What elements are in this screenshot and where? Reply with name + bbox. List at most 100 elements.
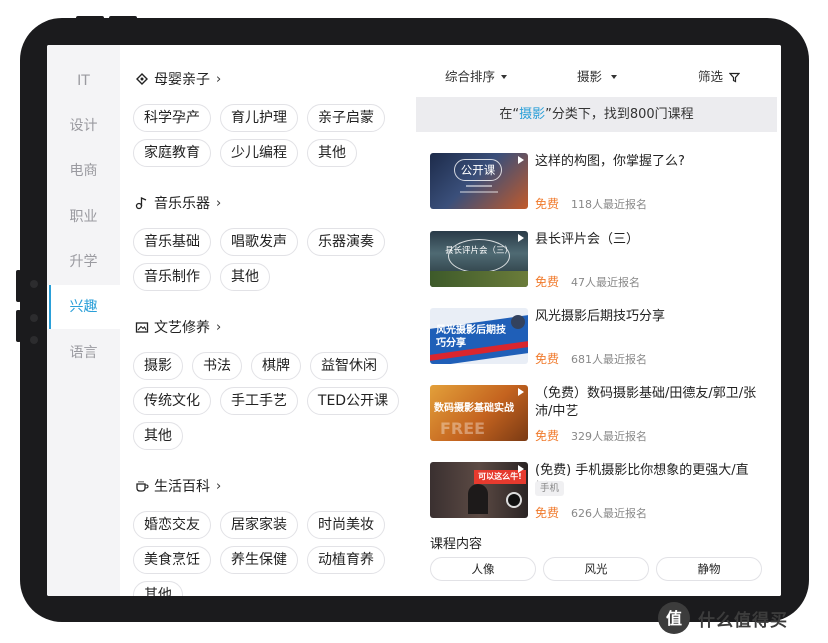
tag-chip[interactable]: 婚恋交友 (133, 511, 211, 539)
filter-bar: 综合排序 摄影 筛选 (416, 64, 781, 90)
content-pill-landscape[interactable]: 风光 (543, 557, 649, 581)
tag-chip[interactable]: 其他 (307, 139, 357, 167)
course-item[interactable]: 风光摄影后期技巧分享 风光摄影后期技巧分享 免费 681人最近报名 (430, 308, 770, 368)
tag-chip[interactable]: 音乐基础 (133, 228, 211, 256)
tag-chip[interactable]: 其他 (133, 422, 183, 450)
section-label: 音乐乐器 (154, 196, 210, 212)
result-keyword[interactable]: 摄影 (519, 107, 545, 122)
avatar (511, 315, 525, 329)
tag-chip[interactable]: 书法 (192, 352, 242, 380)
sort-dropdown[interactable]: 综合排序 (445, 64, 508, 90)
result-suffix: ”分类下，找到800门课程 (545, 107, 694, 122)
content-pill-portrait[interactable]: 人像 (430, 557, 536, 581)
price-label: 免费 (535, 275, 560, 289)
sensor-dot (30, 280, 38, 288)
tag-chip[interactable]: 家庭教育 (133, 139, 211, 167)
play-icon (518, 388, 524, 396)
tag-chip[interactable]: 其他 (133, 581, 183, 596)
tag-chip[interactable]: 养生保健 (220, 546, 298, 574)
section-title-life[interactable]: 生活百科 › (135, 475, 221, 497)
filter-button[interactable]: 筛选 (698, 64, 741, 90)
course-item[interactable]: 公开课 这样的构图，你掌握了么? 免费 118人最近报名 (430, 153, 770, 213)
sidebar-item-ecommerce[interactable]: 电商 (47, 149, 120, 193)
section-title-mother-baby[interactable]: 母婴亲子 › (135, 68, 221, 90)
sidebar-item-career[interactable]: 职业 (47, 195, 120, 239)
course-thumbnail: 数码摄影基础实战 FREE (430, 385, 528, 441)
course-list-panel: 综合排序 摄影 筛选 在“摄影”分类下，找到800门课程 公开课 这样的构图，你… (416, 45, 781, 596)
price-label: 免费 (535, 352, 560, 366)
tag-chip[interactable]: 科学孕产 (133, 104, 211, 132)
course-thumbnail: 可以这么牛! (430, 462, 528, 518)
course-content-heading: 课程内容 (430, 537, 483, 552)
logo-badge: 值 (666, 609, 682, 628)
section-title-arts[interactable]: 文艺修养 › (135, 316, 221, 338)
thumbnail-lens (506, 492, 522, 508)
thumbnail-caption: 公开课 (454, 159, 502, 181)
sidebar-item-design[interactable]: 设计 (47, 104, 120, 148)
tag-chip[interactable]: 居家家装 (220, 511, 298, 539)
chevron-right-icon: › (216, 478, 222, 494)
tag-chip[interactable]: 乐器演奏 (307, 228, 385, 256)
price-label: 免费 (535, 197, 560, 211)
section-title-music[interactable]: 音乐乐器 › (135, 192, 221, 214)
course-title: 县长评片会（三） (535, 232, 640, 247)
sensor-dot (30, 336, 38, 344)
price-label: 免费 (535, 506, 560, 520)
course-item[interactable]: 可以这么牛! (免费) 手机摄影比你想象的更强大/直播/... 手机 免费 62… (430, 462, 770, 522)
section-label: 文艺修养 (154, 320, 210, 336)
filter-label: 筛选 (698, 69, 724, 84)
caret-down-icon (501, 75, 508, 79)
content-pill-still-life[interactable]: 静物 (656, 557, 762, 581)
sidebar-item-further-study[interactable]: 升学 (47, 240, 120, 284)
tag-chip[interactable]: TED公开课 (307, 387, 399, 415)
tag-chip[interactable]: 唱歌发声 (220, 228, 298, 256)
section-label: 生活百科 (154, 479, 210, 495)
sidebar-item-language[interactable]: 语言 (47, 331, 120, 375)
category-label: 摄影 (577, 69, 603, 84)
chevron-right-icon: › (216, 319, 222, 335)
course-thumbnail: 县长评片会（三） (430, 231, 528, 287)
enrollment-count: 626人最近报名 (571, 507, 647, 520)
thumbnail-caption: 风光摄影后期技巧分享 (436, 325, 506, 349)
course-item[interactable]: 数码摄影基础实战 FREE （免费）数码摄影基础/田德友/郭卫/张沛/中艺 免费… (430, 385, 770, 445)
sidebar-item-hobby[interactable]: 兴趣 (47, 285, 120, 329)
tag-chip[interactable]: 音乐制作 (133, 263, 211, 291)
tag-chip[interactable]: 时尚美妆 (307, 511, 385, 539)
tag-chip[interactable]: 其他 (220, 263, 270, 291)
smzdm-logo-icon: 值 (658, 602, 690, 634)
thumbnail-caption: 数码摄影基础实战 (434, 403, 514, 414)
thumbnail-caption: 县长评片会（三） (444, 246, 513, 256)
course-title: （免费）数码摄影基础/田德友/郭卫/张沛/中艺 (535, 386, 757, 419)
enrollment-count: 118人最近报名 (571, 198, 647, 211)
tag-chip[interactable]: 育儿护理 (220, 104, 298, 132)
tag-chip[interactable]: 传统文化 (133, 387, 211, 415)
thumbnail-figure (468, 484, 488, 514)
course-item[interactable]: 县长评片会（三） 县长评片会（三） 免费 47人最近报名 (430, 231, 770, 291)
thumbnail-watermark: FREE (440, 419, 486, 438)
course-tag: 手机 (535, 481, 565, 496)
course-title: 风光摄影后期技巧分享 (535, 309, 666, 324)
tag-chip[interactable]: 少儿编程 (220, 139, 298, 167)
price-label: 免费 (535, 429, 560, 443)
sidebar-item-it[interactable]: IT (47, 59, 120, 103)
watermark-text: 什么值得买 (698, 610, 788, 631)
tag-chip[interactable]: 益智休闲 (310, 352, 388, 380)
caret-down-icon (611, 75, 618, 79)
course-thumbnail: 公开课 (430, 153, 528, 209)
tag-chip[interactable]: 美食烹饪 (133, 546, 211, 574)
picture-frame-icon (135, 322, 149, 333)
app-screen: IT 设计 电商 职业 升学 兴趣 语言 母婴亲子 › 科学孕产 育儿护理 亲子… (47, 45, 781, 596)
result-banner: 在“摄影”分类下，找到800门课程 (416, 97, 777, 132)
section-label: 母婴亲子 (154, 72, 210, 88)
course-title: (免费) 手机摄影比你想象的更强大/直播/... (535, 463, 749, 496)
tag-chip[interactable]: 手工手艺 (220, 387, 298, 415)
thumbnail-landscape (430, 271, 528, 287)
tag-chip[interactable]: 棋牌 (251, 352, 301, 380)
music-note-icon (135, 196, 147, 210)
tag-chip[interactable]: 亲子启蒙 (307, 104, 385, 132)
category-dropdown[interactable]: 摄影 (577, 64, 618, 90)
play-icon (518, 465, 524, 473)
tag-chip[interactable]: 摄影 (133, 352, 183, 380)
tag-chip[interactable]: 动植育养 (307, 546, 385, 574)
result-prefix: 在“ (499, 107, 520, 122)
